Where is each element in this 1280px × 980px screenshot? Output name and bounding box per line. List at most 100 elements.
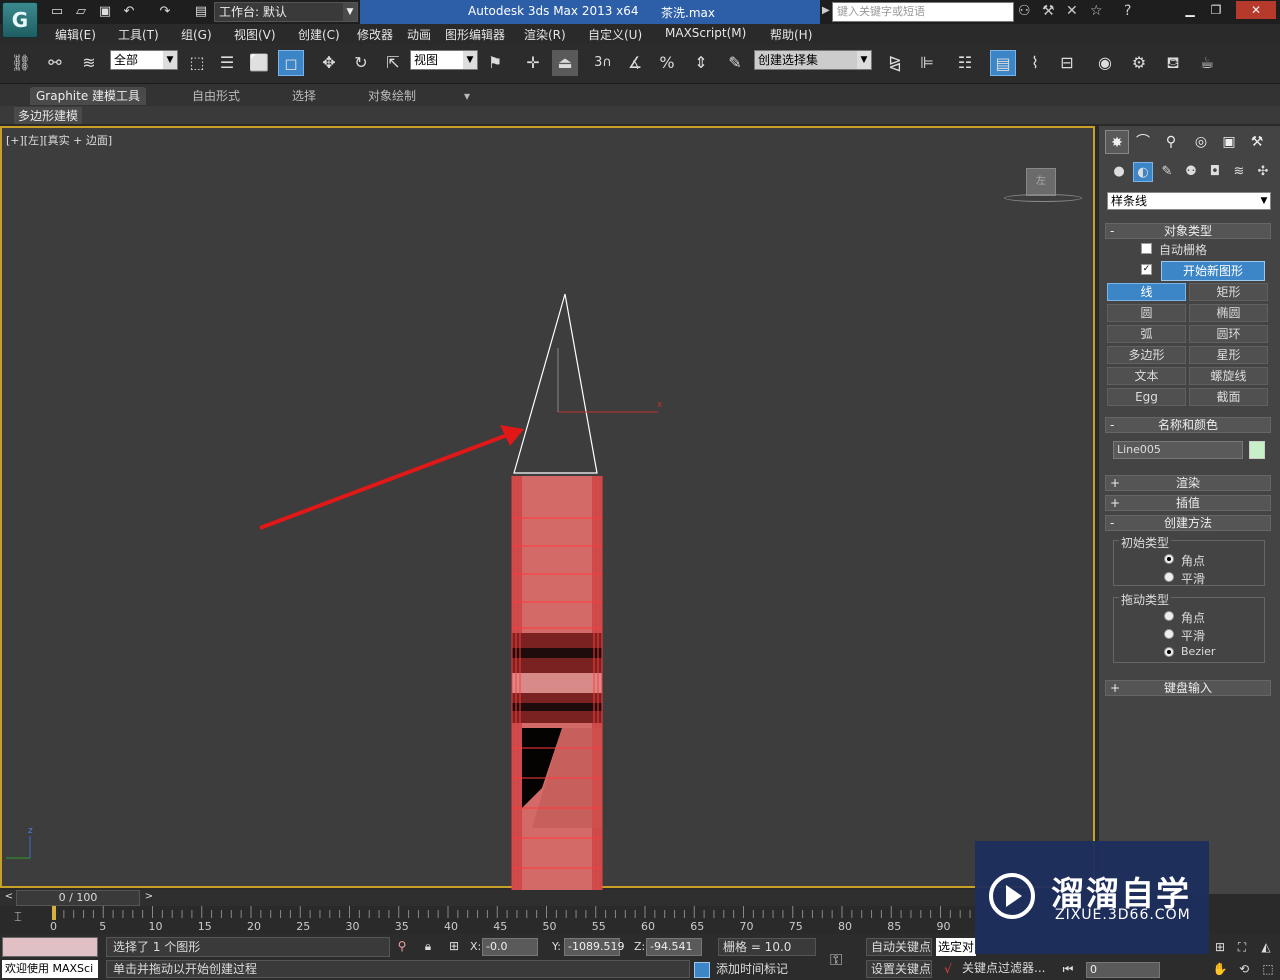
object-type-button-9[interactable]: 螺旋线 (1189, 367, 1268, 385)
reference-coord-dropdown[interactable]: 视图 ▼ (410, 50, 478, 70)
key-filters-button[interactable]: 关键点过滤器... (958, 960, 1050, 978)
project-folder-icon[interactable]: ▤ (192, 3, 210, 21)
align-icon[interactable]: ⊫ (914, 50, 940, 76)
layer-manager-icon[interactable]: ☷ (952, 50, 978, 76)
time-slider[interactable]: < 0 / 100 > (0, 890, 1100, 906)
next-frame-icon[interactable]: > (142, 891, 156, 905)
communication-icon[interactable]: ✕ (1066, 3, 1078, 19)
snap-toggle-icon[interactable]: 3∩ (590, 50, 616, 76)
named-selection-dropdown[interactable]: 创建选择集 ▼ (754, 50, 872, 70)
prev-frame-icon[interactable]: < (2, 891, 16, 905)
rotate-icon[interactable]: ↻ (348, 50, 374, 76)
rendered-frame-icon[interactable]: ⛾ (1160, 50, 1186, 76)
object-type-button-3[interactable]: 椭圆 (1189, 304, 1268, 322)
percent-snap-icon[interactable]: % (654, 50, 680, 76)
maxscript-listener-swatch[interactable] (2, 937, 98, 957)
object-type-button-5[interactable]: 圆环 (1189, 325, 1268, 343)
drag-bezier-radio[interactable] (1164, 647, 1174, 657)
object-type-button-2[interactable]: 圆 (1107, 304, 1186, 322)
pan-icon[interactable]: ✋ (1212, 962, 1228, 978)
object-name-input[interactable]: Line005 (1113, 441, 1243, 459)
ribbon-tab-1[interactable]: 自由形式 (186, 87, 246, 105)
menu-item-0[interactable]: 编辑(E) (55, 26, 96, 43)
shapes-icon[interactable]: ◐ (1133, 162, 1153, 182)
viewcube-compass-ring[interactable] (1004, 194, 1082, 202)
menu-item-7[interactable]: 图形编辑器 (445, 26, 505, 43)
save-icon[interactable]: ▣ (96, 3, 114, 21)
render-setup-icon[interactable]: ⚙ (1126, 50, 1152, 76)
menu-item-5[interactable]: 修改器 (357, 26, 393, 43)
favorites-star-icon[interactable]: ☆ (1090, 3, 1103, 19)
menu-item-9[interactable]: 自定义(U) (588, 26, 642, 43)
object-type-button-4[interactable]: 弧 (1107, 325, 1186, 343)
object-type-button-6[interactable]: 多边形 (1107, 346, 1186, 364)
open-file-icon[interactable]: ▱ (72, 3, 90, 21)
viewcube[interactable]: 左 (1026, 168, 1056, 196)
close-button[interactable]: ✕ (1236, 1, 1276, 19)
track-bar[interactable]: ⌶ 0 5 10 15 20 25 30 35 40 45 50 55 60 65 70 75 80 85 90 (0, 906, 1100, 934)
set-key-button[interactable]: 设置关键点 (866, 960, 932, 978)
schematic-view-icon[interactable]: ⊟ (1054, 50, 1080, 76)
helpers-icon[interactable]: ◘ (1205, 162, 1225, 182)
object-type-button-8[interactable]: 文本 (1107, 367, 1186, 385)
rectangular-selection-icon[interactable]: ⬜ (246, 50, 272, 76)
binoculars-icon[interactable]: ⚇ (1018, 3, 1031, 19)
menu-item-8[interactable]: 渲染(R) (524, 26, 566, 43)
menu-item-2[interactable]: 组(G) (181, 26, 212, 43)
ribbon-tab-3[interactable]: 对象绘制 (362, 87, 422, 105)
object-type-button-0[interactable]: 线 (1107, 283, 1186, 301)
rollout-keyboard-entry[interactable]: + 键盘输入 (1105, 680, 1271, 696)
restore-button[interactable]: ❐ (1204, 1, 1228, 19)
time-slider-thumb[interactable]: 0 / 100 (16, 890, 140, 906)
ribbon-menu-dropdown-icon[interactable]: ▾ (458, 87, 476, 105)
object-type-button-7[interactable]: 星形 (1189, 346, 1268, 364)
key-selection-set-dropdown[interactable]: 选定对 (936, 938, 976, 956)
modify-tab-icon[interactable]: ⌒ (1131, 130, 1155, 154)
display-tab-icon[interactable]: ▣ (1217, 130, 1241, 154)
z-coordinate-field[interactable]: -94.541 (646, 938, 702, 956)
rollout-rendering[interactable]: + 渲染 (1105, 475, 1271, 491)
search-input[interactable]: 键入关键字或短语 (832, 2, 1014, 22)
render-teapot-icon[interactable]: ☕ (1194, 50, 1220, 76)
app-logo-icon[interactable]: G (2, 2, 38, 38)
help-icon[interactable]: ? (1124, 3, 1131, 19)
selection-lock-icon[interactable]: 🔒︎ (420, 939, 436, 955)
maxscript-mini-listener[interactable]: 欢迎使用 MAXSci (2, 960, 98, 978)
minimize-button[interactable]: ▁ (1178, 1, 1202, 19)
zoom-all-icon[interactable]: ⛶ (1234, 940, 1250, 956)
zoom-extents-icon[interactable]: ⊞ (1212, 940, 1228, 956)
viewport-label[interactable]: [+][左][真实 + 边面] (6, 132, 112, 148)
y-coordinate-field[interactable]: -1089.519 (564, 938, 624, 956)
x-coordinate-field[interactable]: -0.0 (482, 938, 538, 956)
drag-corner-radio[interactable] (1164, 611, 1174, 621)
absolute-mode-icon[interactable]: ⊞ (446, 939, 462, 955)
utilities-tab-icon[interactable]: ⚒ (1245, 130, 1269, 154)
angle-snap-icon[interactable]: ∡ (622, 50, 648, 76)
material-editor-icon[interactable]: ◉ (1092, 50, 1118, 76)
auto-grid-checkbox[interactable] (1141, 243, 1152, 254)
scale-icon[interactable]: ⇱ (380, 50, 406, 76)
initial-corner-radio[interactable] (1164, 554, 1174, 564)
selection-filter-dropdown[interactable]: 全部 ▼ (110, 50, 178, 70)
spinner-snap-icon[interactable]: ⇕ (688, 50, 714, 76)
auto-key-button[interactable]: 自动关键点 (866, 938, 932, 956)
goto-start-icon[interactable]: ⏮ (1060, 962, 1076, 978)
mini-curve-editor-icon[interactable]: ⌶ (14, 910, 32, 928)
current-frame-field[interactable]: 0 (1086, 962, 1160, 978)
workspace-dropdown[interactable]: 工作台: 默认 ▼ (214, 2, 358, 22)
drag-smooth-radio[interactable] (1164, 629, 1174, 639)
edit-named-selection-icon[interactable]: ✎ (722, 50, 748, 76)
current-frame-marker[interactable] (52, 906, 56, 920)
menu-item-11[interactable]: 帮助(H) (770, 26, 812, 43)
mirror-icon[interactable]: ⧎ (882, 50, 908, 76)
ribbon-panel-label[interactable]: 多边形建模 (14, 107, 83, 124)
orbit-icon[interactable]: ⟲ (1236, 962, 1252, 978)
rollout-creation-method[interactable]: - 创建方法 (1105, 515, 1271, 531)
undo-icon[interactable]: ↶ (120, 3, 138, 21)
motion-tab-icon[interactable]: ◎ (1189, 130, 1213, 154)
set-key-icon[interactable]: ⚿ (830, 950, 842, 970)
viewport-left[interactable]: [+][左][真实 + 边面] x z 左 (0, 126, 1095, 890)
expand-arrow-icon[interactable]: ▶ (822, 5, 830, 16)
category-dropdown[interactable]: 样条线 ▼ (1107, 192, 1271, 210)
menu-item-6[interactable]: 动画 (407, 26, 431, 43)
